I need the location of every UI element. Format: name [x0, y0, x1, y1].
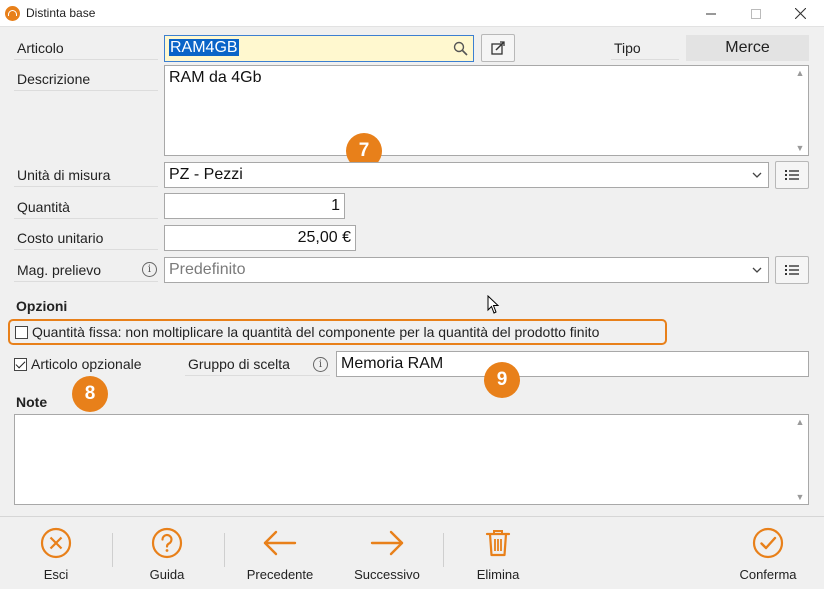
- toolbar-separator: [224, 533, 225, 567]
- check-circle-icon: [752, 527, 784, 559]
- tipo-value: Merce: [686, 35, 809, 61]
- arrow-left-icon: [263, 530, 297, 556]
- costo-input[interactable]: 25,00 €: [164, 225, 356, 251]
- info-icon[interactable]: i: [313, 357, 328, 372]
- toolbar-separator: [112, 533, 113, 567]
- mag-label: Mag. prelievo: [14, 259, 158, 282]
- descrizione-textarea[interactable]: RAM da 4Gb ▲ ▼: [164, 65, 809, 156]
- scroll-down-icon[interactable]: ▼: [794, 492, 806, 502]
- precedente-label: Precedente: [246, 567, 314, 582]
- quantita-fissa-label: Quantità fissa: non moltiplicare la quan…: [32, 324, 600, 340]
- articolo-input[interactable]: RAM4GB: [164, 35, 474, 62]
- mag-label-text: Mag. prelievo: [17, 262, 102, 278]
- unita-select[interactable]: PZ - Pezzi: [164, 162, 769, 188]
- window-title: Distinta base: [26, 6, 96, 20]
- edit-external-icon: [491, 41, 505, 55]
- mag-value: Predefinito: [169, 261, 246, 278]
- list-icon: [785, 170, 799, 180]
- search-icon[interactable]: [453, 41, 468, 56]
- precedente-button[interactable]: Precedente: [238, 520, 322, 582]
- quantita-label: Quantità: [14, 196, 158, 219]
- articolo-value: RAM4GB: [169, 39, 239, 56]
- guida-label: Guida: [149, 567, 185, 582]
- descrizione-value: RAM da 4Gb: [169, 69, 262, 86]
- close-button[interactable]: [778, 0, 823, 27]
- unita-label: Unità di misura: [14, 164, 158, 187]
- note-textarea[interactable]: ▲ ▼: [14, 414, 809, 505]
- costo-label: Costo unitario: [14, 227, 158, 250]
- close-icon: [795, 8, 806, 19]
- note-title: Note: [16, 394, 48, 410]
- maximize-icon: [750, 8, 761, 19]
- esci-button[interactable]: Esci: [20, 520, 92, 582]
- elimina-button[interactable]: Elimina: [462, 520, 534, 582]
- mouse-cursor-icon: [487, 295, 500, 314]
- help-circle-icon: [151, 527, 183, 559]
- scroll-up-icon[interactable]: ▲: [794, 68, 806, 78]
- app-logo-icon: [5, 6, 20, 21]
- maximize-button[interactable]: [733, 0, 778, 27]
- callout-badge-9: 9: [484, 362, 520, 398]
- callout-badge-8: 8: [72, 376, 108, 412]
- chevron-down-icon: [752, 172, 762, 178]
- chevron-down-icon: [752, 267, 762, 273]
- gruppo-scelta-label: Gruppo di scelta: [185, 353, 330, 376]
- scroll-up-icon[interactable]: ▲: [794, 417, 806, 427]
- successivo-button[interactable]: Successivo: [345, 520, 429, 582]
- quantita-fissa-checkbox[interactable]: Quantità fissa: non moltiplicare la quan…: [8, 319, 667, 345]
- toolbar-separator: [443, 533, 444, 567]
- opzioni-title: Opzioni: [16, 298, 68, 314]
- minimize-icon: [705, 13, 716, 14]
- checkbox-icon: [15, 326, 28, 339]
- tipo-label: Tipo: [611, 37, 679, 60]
- unita-list-button[interactable]: [775, 161, 809, 189]
- trash-icon: [485, 530, 511, 557]
- list-icon: [785, 265, 799, 275]
- scroll-down-icon[interactable]: ▼: [794, 143, 806, 153]
- arrow-right-icon: [370, 530, 404, 556]
- quantita-input[interactable]: 1: [164, 193, 345, 219]
- articolo-label: Articolo: [14, 37, 158, 60]
- conferma-button[interactable]: Conferma: [726, 520, 810, 582]
- descrizione-label: Descrizione: [14, 68, 158, 91]
- successivo-label: Successivo: [354, 567, 420, 582]
- minimize-button[interactable]: [688, 0, 733, 27]
- open-article-button[interactable]: [481, 34, 515, 62]
- mag-list-button[interactable]: [775, 256, 809, 284]
- title-bar: Distinta base: [0, 0, 824, 27]
- esci-label: Esci: [43, 567, 69, 582]
- checkbox-checked-icon: [14, 358, 27, 371]
- conferma-label: Conferma: [739, 567, 797, 582]
- unita-value: PZ - Pezzi: [169, 166, 243, 183]
- guida-button[interactable]: Guida: [131, 520, 203, 582]
- elimina-label: Elimina: [476, 567, 520, 582]
- articolo-opzionale-label: Articolo opzionale: [31, 356, 142, 372]
- gruppo-scelta-input[interactable]: Memoria RAM: [336, 351, 809, 377]
- mag-select[interactable]: Predefinito: [164, 257, 769, 283]
- articolo-opzionale-checkbox[interactable]: Articolo opzionale: [14, 356, 142, 372]
- cancel-circle-icon: [40, 527, 72, 559]
- info-icon[interactable]: i: [142, 262, 157, 277]
